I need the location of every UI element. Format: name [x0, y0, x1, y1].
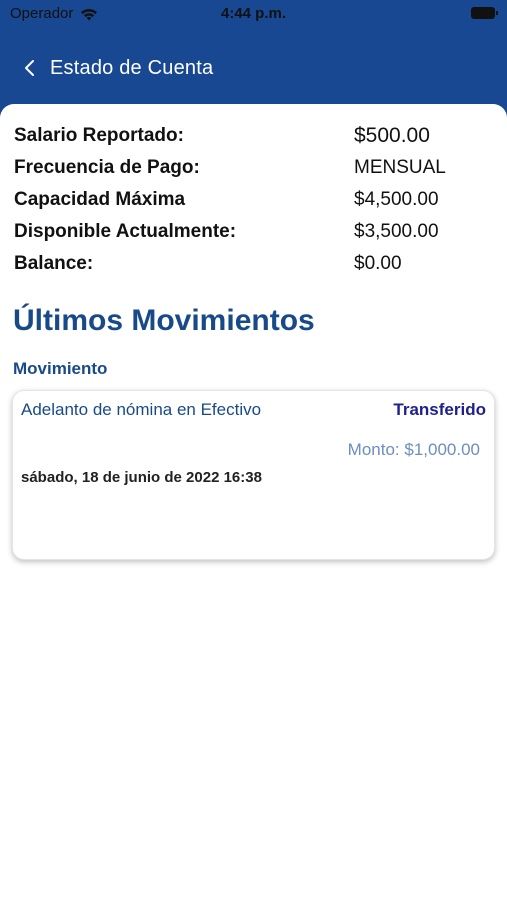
- summary-row-balance: Balance: $0.00: [14, 248, 494, 280]
- account-summary: Salario Reportado: $500.00 Frecuencia de…: [14, 120, 494, 280]
- summary-row-salary: Salario Reportado: $500.00: [14, 120, 494, 152]
- section-title: Últimos Movimientos: [13, 304, 315, 337]
- summary-label: Capacidad Máxima: [14, 189, 186, 210]
- summary-row-frequency: Frecuencia de Pago: MENSUAL: [14, 152, 494, 184]
- summary-value: MENSUAL: [354, 157, 446, 178]
- status-bar: Operador 4:44 p.m.: [0, 0, 507, 28]
- screen: Operador 4:44 p.m. Estado de Cuenta Sala…: [0, 0, 507, 900]
- back-chevron-icon: [22, 57, 38, 79]
- summary-label: Disponible Actualmente:: [14, 221, 237, 242]
- summary-row-available: Disponible Actualmente: $3,500.00: [14, 216, 494, 248]
- movements-subhead: Movimiento: [13, 359, 108, 378]
- battery-icon: [471, 7, 498, 19]
- back-button[interactable]: Estado de Cuenta: [22, 57, 213, 80]
- content-card: Salario Reportado: $500.00 Frecuencia de…: [0, 104, 507, 900]
- summary-value: $3,500.00: [354, 221, 439, 242]
- movement-date: sábado, 18 de junio de 2022 16:38: [21, 469, 262, 486]
- summary-value: $500.00: [354, 124, 430, 147]
- movement-card[interactable]: Adelanto de nómina en Efectivo Transferi…: [12, 390, 495, 560]
- movement-description: Adelanto de nómina en Efectivo: [21, 400, 262, 419]
- page-title: Estado de Cuenta: [50, 56, 214, 79]
- summary-label: Balance:: [14, 253, 94, 274]
- summary-value: $4,500.00: [354, 189, 439, 210]
- summary-row-capacity: Capacidad Máxima $4,500.00: [14, 184, 494, 216]
- summary-label: Frecuencia de Pago:: [14, 157, 200, 178]
- nav-bar: Estado de Cuenta: [0, 46, 507, 90]
- summary-value: $0.00: [354, 253, 402, 274]
- header: Operador 4:44 p.m. Estado de Cuenta: [0, 0, 507, 118]
- movement-amount: Monto: $1,000.00: [347, 440, 480, 459]
- summary-label: Salario Reportado:: [14, 125, 184, 146]
- movement-status-badge: Transferido: [393, 400, 486, 419]
- clock: 4:44 p.m.: [220, 5, 287, 22]
